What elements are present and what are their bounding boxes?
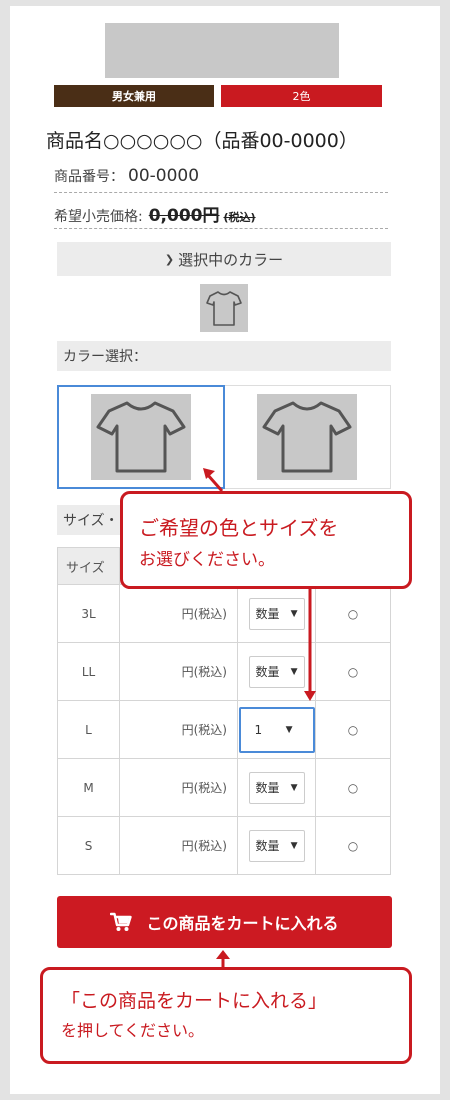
add-to-cart-label: この商品をカートに入れる bbox=[146, 914, 339, 933]
color-option-1[interactable] bbox=[57, 385, 225, 489]
callout-line-1: ご希望の色とサイズを bbox=[139, 516, 339, 540]
price-label: 希望小売価格: bbox=[54, 209, 143, 225]
price-cell: 円(税込) bbox=[119, 642, 238, 701]
color-options bbox=[57, 385, 391, 489]
table-row: LL 円(税込) 数量 ▼ ○ bbox=[57, 642, 391, 701]
quantity-select[interactable]: 数量 ▼ bbox=[248, 829, 305, 862]
quantity-select[interactable]: 数量 ▼ bbox=[248, 655, 305, 688]
tshirt-icon bbox=[262, 401, 352, 473]
caret-down-icon: ▼ bbox=[290, 666, 298, 677]
availability-mark: ○ bbox=[315, 758, 391, 817]
product-number-label: 商品番号： bbox=[54, 169, 124, 185]
product-image-placeholder bbox=[105, 23, 339, 78]
quantity-value: 数量 bbox=[255, 665, 280, 679]
price-row: 希望小売価格: 0,000円 (税込) bbox=[54, 201, 388, 229]
unisex-badge: 男女兼用 bbox=[54, 85, 214, 107]
availability-mark: ○ bbox=[315, 584, 391, 643]
availability-mark: ○ bbox=[315, 816, 391, 875]
color-option-2[interactable] bbox=[224, 386, 390, 488]
selected-color-toggle[interactable]: ❯ 選択中のカラー bbox=[57, 242, 391, 276]
chevron-down-icon: ❯ bbox=[164, 252, 175, 266]
tshirt-icon bbox=[206, 291, 242, 326]
color-select-label: カラー選択： bbox=[57, 341, 391, 371]
size-cell: L bbox=[57, 700, 120, 759]
price-cell: 円(税込) bbox=[119, 584, 238, 643]
size-column-header: サイズ bbox=[57, 547, 120, 585]
cart-icon bbox=[110, 912, 133, 931]
callout-line-1: 「この商品をカートに入れる」 bbox=[61, 990, 328, 1012]
caret-down-icon: ▼ bbox=[290, 608, 298, 619]
price-cell: 円(税込) bbox=[119, 816, 238, 875]
quantity-value: 数量 bbox=[255, 839, 280, 853]
quantity-value: 数量 bbox=[255, 781, 280, 795]
size-table: サイズ 3L 円(税込) 数量 ▼ ○ LL 円(税込) 数量 ▼ ○ L 円(税込… bbox=[57, 547, 391, 875]
quantity-select[interactable]: 数量 ▼ bbox=[248, 771, 305, 804]
color-size-instruction-callout: ご希望の色とサイズを お選びください。 bbox=[120, 491, 412, 589]
availability-mark: ○ bbox=[315, 642, 391, 701]
quantity-select[interactable]: 数量 ▼ bbox=[248, 597, 305, 630]
price-value: 0,000円 bbox=[148, 206, 220, 226]
caret-down-icon: ▼ bbox=[290, 840, 298, 851]
cart-instruction-callout: 「この商品をカートに入れる」 を押してください。 bbox=[40, 967, 412, 1064]
tshirt-icon bbox=[96, 401, 186, 473]
product-number-value: 00-0000 bbox=[128, 166, 200, 186]
table-row: M 円(税込) 数量 ▼ ○ bbox=[57, 758, 391, 817]
table-row: S 円(税込) 数量 ▼ ○ bbox=[57, 816, 391, 875]
callout-line-2: お選びください。 bbox=[139, 550, 275, 570]
quantity-select[interactable]: 1 ▼ bbox=[238, 706, 315, 753]
selected-color-label: 選択中のカラー bbox=[178, 250, 284, 269]
size-cell: M bbox=[57, 758, 120, 817]
size-cell: LL bbox=[57, 642, 120, 701]
add-to-cart-button[interactable]: この商品をカートに入れる bbox=[57, 896, 392, 948]
product-number-row: 商品番号： 00-0000 bbox=[54, 166, 388, 193]
table-row: L 円(税込) 1 ▼ ○ bbox=[57, 700, 391, 759]
table-row: 3L 円(税込) 数量 ▼ ○ bbox=[57, 584, 391, 643]
callout-line-2: を押してください。 bbox=[61, 1021, 205, 1040]
quantity-value: 数量 bbox=[255, 607, 280, 621]
quantity-value: 1 bbox=[254, 722, 263, 737]
caret-down-icon: ▼ bbox=[285, 724, 293, 735]
product-name: 商品名○○○○○○（品番00-0000） bbox=[46, 130, 358, 152]
price-cell: 円(税込) bbox=[119, 700, 238, 759]
size-cell: 3L bbox=[57, 584, 120, 643]
availability-mark: ○ bbox=[315, 700, 391, 759]
price-tax-note: (税込) bbox=[223, 211, 256, 224]
selected-color-thumbnail bbox=[200, 284, 248, 332]
color-count-badge: 2色 bbox=[221, 85, 382, 107]
caret-down-icon: ▼ bbox=[290, 782, 298, 793]
price-cell: 円(税込) bbox=[119, 758, 238, 817]
size-cell: S bbox=[57, 816, 120, 875]
